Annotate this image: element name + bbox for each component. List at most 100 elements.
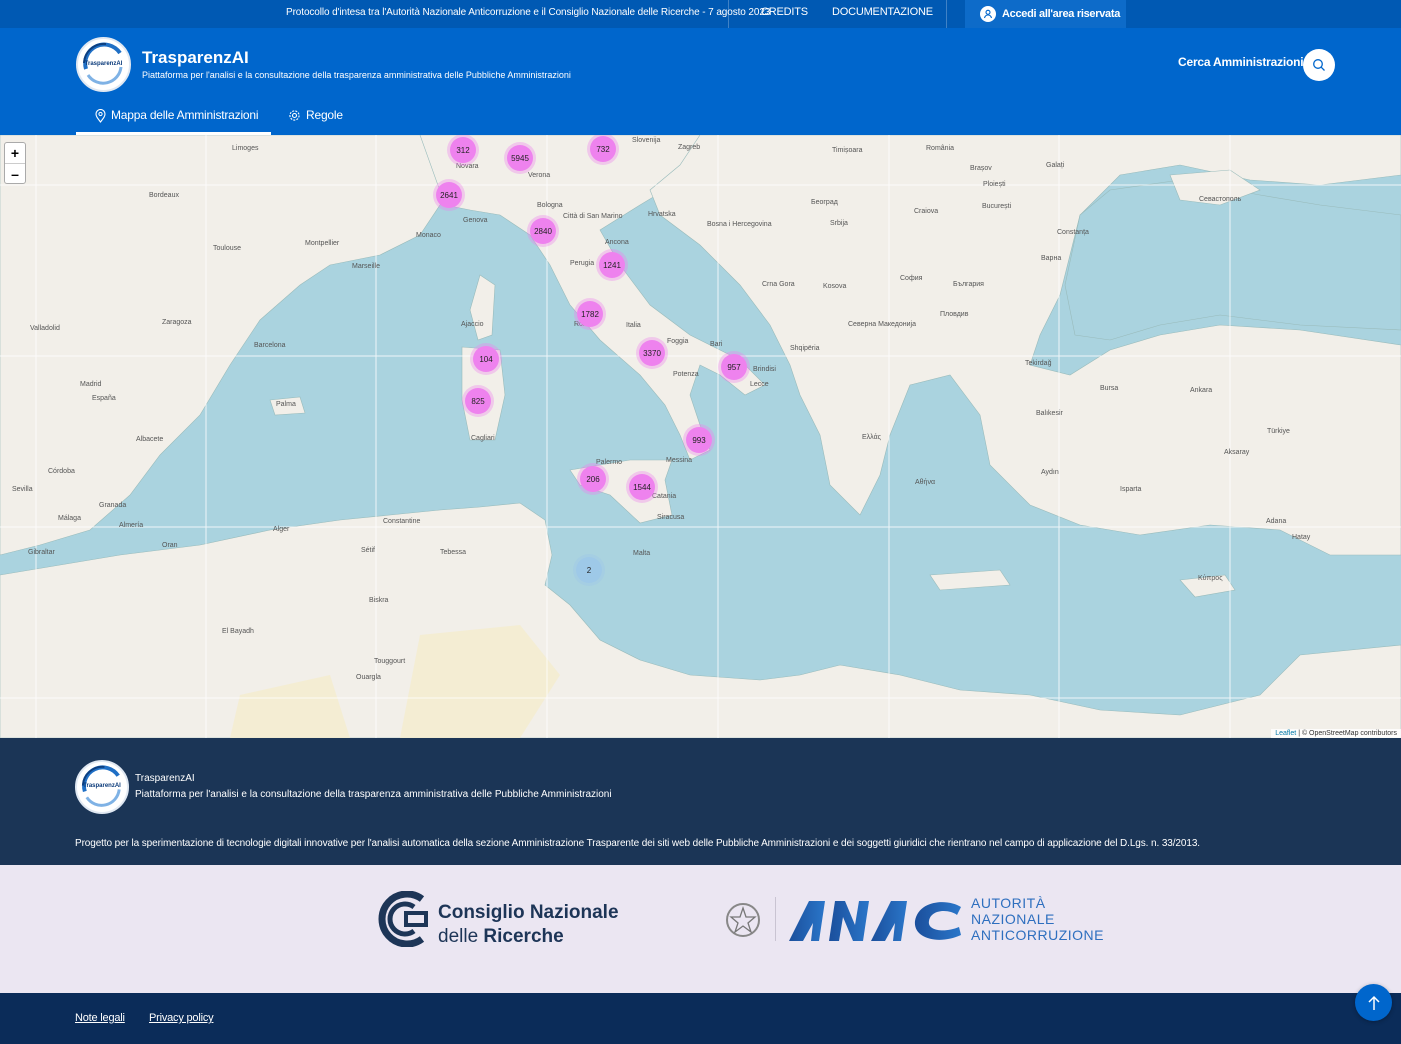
divider [728, 0, 729, 28]
place-label: El Bayadh [222, 628, 254, 635]
map-pin-icon [95, 109, 106, 123]
place-label: Alger [273, 526, 290, 533]
marker-cluster[interactable]: 1782 [577, 301, 603, 327]
place-label: Almería [119, 522, 144, 529]
marker-cluster[interactable]: 732 [590, 136, 616, 162]
place-label: Verona [528, 172, 551, 179]
marker-cluster[interactable]: 206 [580, 466, 606, 492]
footer-logo: TrasparenzAI [75, 760, 129, 814]
place-label: Adana [1266, 518, 1287, 525]
place-label: Türkiye [1267, 428, 1290, 435]
place-label: Lecce [750, 381, 769, 388]
footer: TrasparenzAI TrasparenzAI Piattaforma pe… [0, 738, 1401, 865]
marker-cluster[interactable]: 957 [721, 354, 747, 380]
place-label: Granada [99, 502, 127, 509]
place-label: Crna Gora [762, 281, 795, 288]
zoom-in-button[interactable]: + [5, 143, 25, 163]
place-label: Novara [456, 163, 479, 170]
anac-name-line3: ANTICORRUZIONE [971, 927, 1104, 943]
place-label: Zaragoza [162, 319, 192, 326]
search-button[interactable] [1303, 49, 1335, 81]
marker-cluster[interactable]: 104 [473, 346, 499, 372]
place-label: București [982, 203, 1012, 210]
place-label: Београд [811, 199, 838, 206]
place-label: Варна [1041, 255, 1062, 262]
marker-cluster[interactable]: 3370 [639, 340, 665, 366]
footer-logo-text: TrasparenzAI [83, 783, 121, 789]
marker-cluster[interactable]: 2 [576, 557, 602, 583]
place-label: Catania [652, 493, 677, 500]
tab-rules[interactable]: Regole [288, 106, 343, 135]
legal-notes-link[interactable]: Note legali [75, 1012, 125, 1024]
place-label: Bosna i Hercegovina [707, 221, 772, 228]
top-bar: Protocollo d'intesa tra l'Autorità Nazio… [0, 0, 1401, 28]
marker-cluster[interactable]: 1241 [599, 252, 625, 278]
credits-link[interactable]: CREDITS [761, 6, 808, 18]
place-label: Constanța [1057, 229, 1089, 236]
place-label: España [92, 395, 116, 402]
tab-map[interactable]: Mappa delle Amministrazioni [76, 106, 271, 135]
gear-icon [289, 110, 300, 121]
osm-attribution: | © OpenStreetMap contributors [1298, 730, 1397, 737]
zoom-out-button[interactable]: – [5, 163, 25, 183]
privacy-policy-link[interactable]: Privacy policy [149, 1012, 214, 1024]
place-label: Messina [666, 457, 693, 464]
place-label: Sevilla [12, 486, 33, 493]
place-label: Córdoba [48, 468, 75, 475]
place-label: Galați [1046, 162, 1065, 169]
place-label: Κύπρος [1198, 575, 1223, 582]
place-label: Oran [162, 542, 178, 549]
marker-cluster[interactable]: 2641 [436, 182, 462, 208]
marker-cluster[interactable]: 5945 [507, 145, 533, 171]
place-label: Cagliari [471, 435, 495, 442]
administrations-map[interactable]: Slovenija Zagreb Timișoara România Brașov Gal… [0, 135, 1401, 738]
cnr-name-line1: Consiglio Nazionale [438, 902, 619, 923]
place-label: Palermo [596, 459, 623, 466]
place-label: Ploiești [983, 181, 1006, 188]
place-label: Bari [710, 341, 723, 348]
place-label: Ankara [1190, 387, 1213, 394]
place-label: Севастополь [1199, 196, 1242, 203]
marker-cluster[interactable]: 2840 [530, 218, 556, 244]
header: TrasparenzAI TrasparenzAI Piattaforma pe… [0, 28, 1401, 135]
arrow-up-icon [1367, 995, 1380, 1010]
place-label: Slovenija [632, 137, 661, 144]
place-label: Timișoara [832, 147, 863, 154]
bottom-bar: Note legali Privacy policy [0, 993, 1401, 1044]
place-label: Tebessa [440, 549, 467, 556]
documentation-link[interactable]: DOCUMENTAZIONE [832, 6, 933, 18]
app-logo[interactable]: TrasparenzAI [76, 37, 131, 92]
place-label: Balıkesir [1036, 410, 1063, 417]
partners-band: Consiglio Nazionale delle Ricerche AUTOR… [0, 865, 1401, 993]
place-label: Albacete [136, 436, 164, 443]
cnr-name-line2: delle Ricerche [438, 926, 564, 948]
marker-cluster[interactable]: 312 [450, 137, 476, 163]
user-icon [980, 6, 996, 22]
place-label: Montpellier [305, 240, 340, 247]
place-label: Città di San Marino [563, 213, 623, 220]
place-label: Ancona [605, 239, 629, 246]
place-label: Kosova [823, 283, 847, 290]
back-to-top-button[interactable] [1355, 984, 1392, 1021]
search-label[interactable]: Cerca Amministrazioni [1178, 55, 1304, 69]
login-button[interactable]: Accedi all'area riservata [965, 0, 1126, 28]
tab-map-label: Mappa delle Amministrazioni [111, 108, 259, 122]
marker-cluster[interactable]: 993 [686, 427, 712, 453]
marker-cluster[interactable]: 1544 [629, 474, 655, 500]
place-label: Valladolid [30, 325, 60, 332]
place-label: Bologna [537, 202, 563, 209]
italian-emblem-icon [726, 903, 760, 937]
zoom-control: + – [4, 142, 26, 184]
place-label: Северна Македонија [848, 321, 916, 328]
place-label: Srbija [830, 220, 848, 227]
place-label: Brindisi [753, 366, 776, 373]
place-label: Biskra [369, 597, 389, 604]
map-attribution: Leaflet | © OpenStreetMap contributors [1271, 729, 1401, 738]
place-label: Ελλάς [862, 434, 881, 441]
divider [946, 0, 947, 28]
place-label: Gibraltar [28, 549, 55, 556]
marker-cluster[interactable]: 825 [465, 388, 491, 414]
leaflet-link[interactable]: Leaflet [1275, 730, 1296, 737]
place-label: Palma [276, 401, 296, 408]
place-label: Sétif [361, 547, 376, 554]
